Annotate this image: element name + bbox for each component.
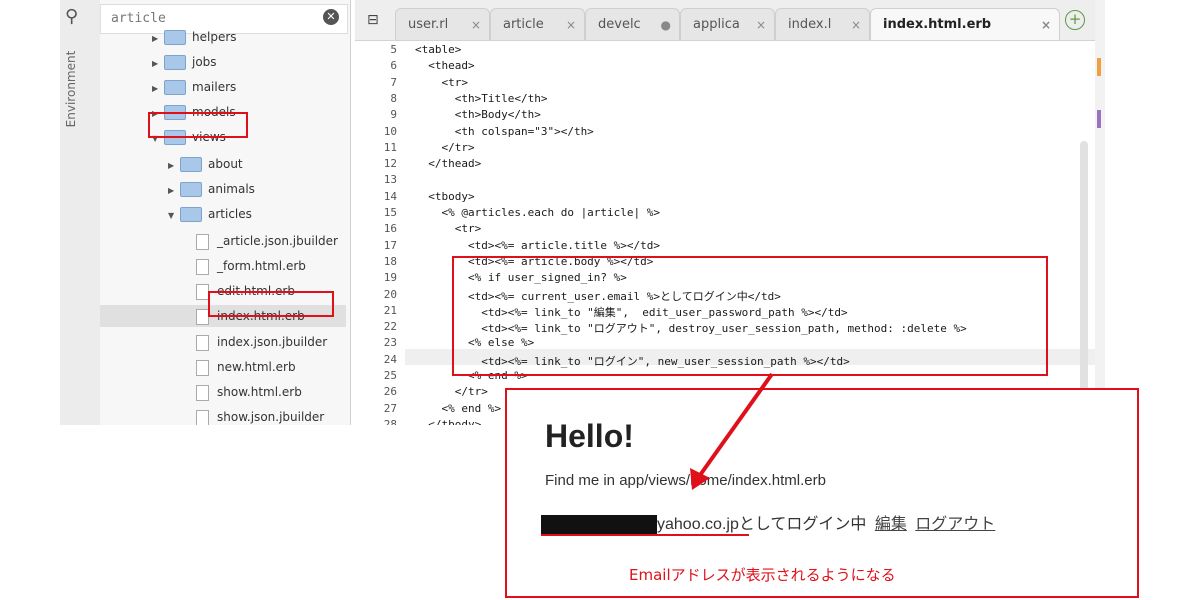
annotation-arrow: [690, 372, 774, 490]
